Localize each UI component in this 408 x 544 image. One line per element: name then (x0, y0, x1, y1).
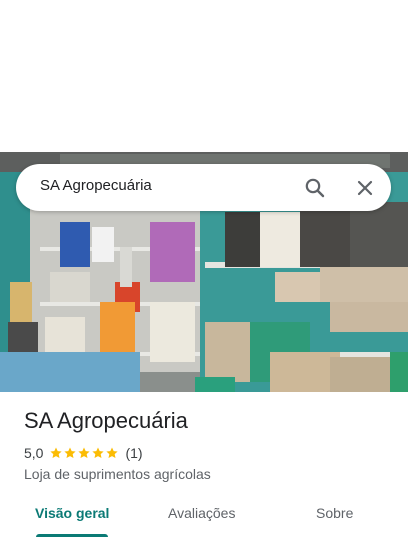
star-icon (64, 447, 77, 459)
tab-reviews[interactable]: Avaliações (168, 505, 235, 521)
star-icon (78, 447, 91, 459)
search-icon[interactable] (303, 176, 327, 200)
active-tab-indicator (36, 534, 108, 537)
star-icon (92, 447, 105, 459)
tab-about[interactable]: Sobre (316, 505, 353, 521)
review-count[interactable]: (1) (125, 445, 142, 461)
place-details-screen: SA Agropecuária SA Agropecuária 5,0 (1) … (0, 0, 408, 544)
search-bar[interactable]: SA Agropecuária (16, 164, 391, 211)
close-icon[interactable] (353, 176, 377, 200)
tab-overview[interactable]: Visão geral (35, 505, 109, 521)
place-category: Loja de suprimentos agrícolas (24, 466, 211, 482)
map-area-blank (0, 0, 408, 152)
rating-row[interactable]: 5,0 (1) (24, 444, 143, 462)
tab-bar: Visão geral Avaliações Sobre (0, 494, 408, 538)
search-input[interactable]: SA Agropecuária (40, 177, 152, 194)
star-icon (50, 447, 63, 459)
star-rating (49, 446, 119, 460)
place-title: SA Agropecuária (24, 408, 188, 433)
star-icon (106, 447, 119, 459)
rating-value: 5,0 (24, 445, 44, 461)
